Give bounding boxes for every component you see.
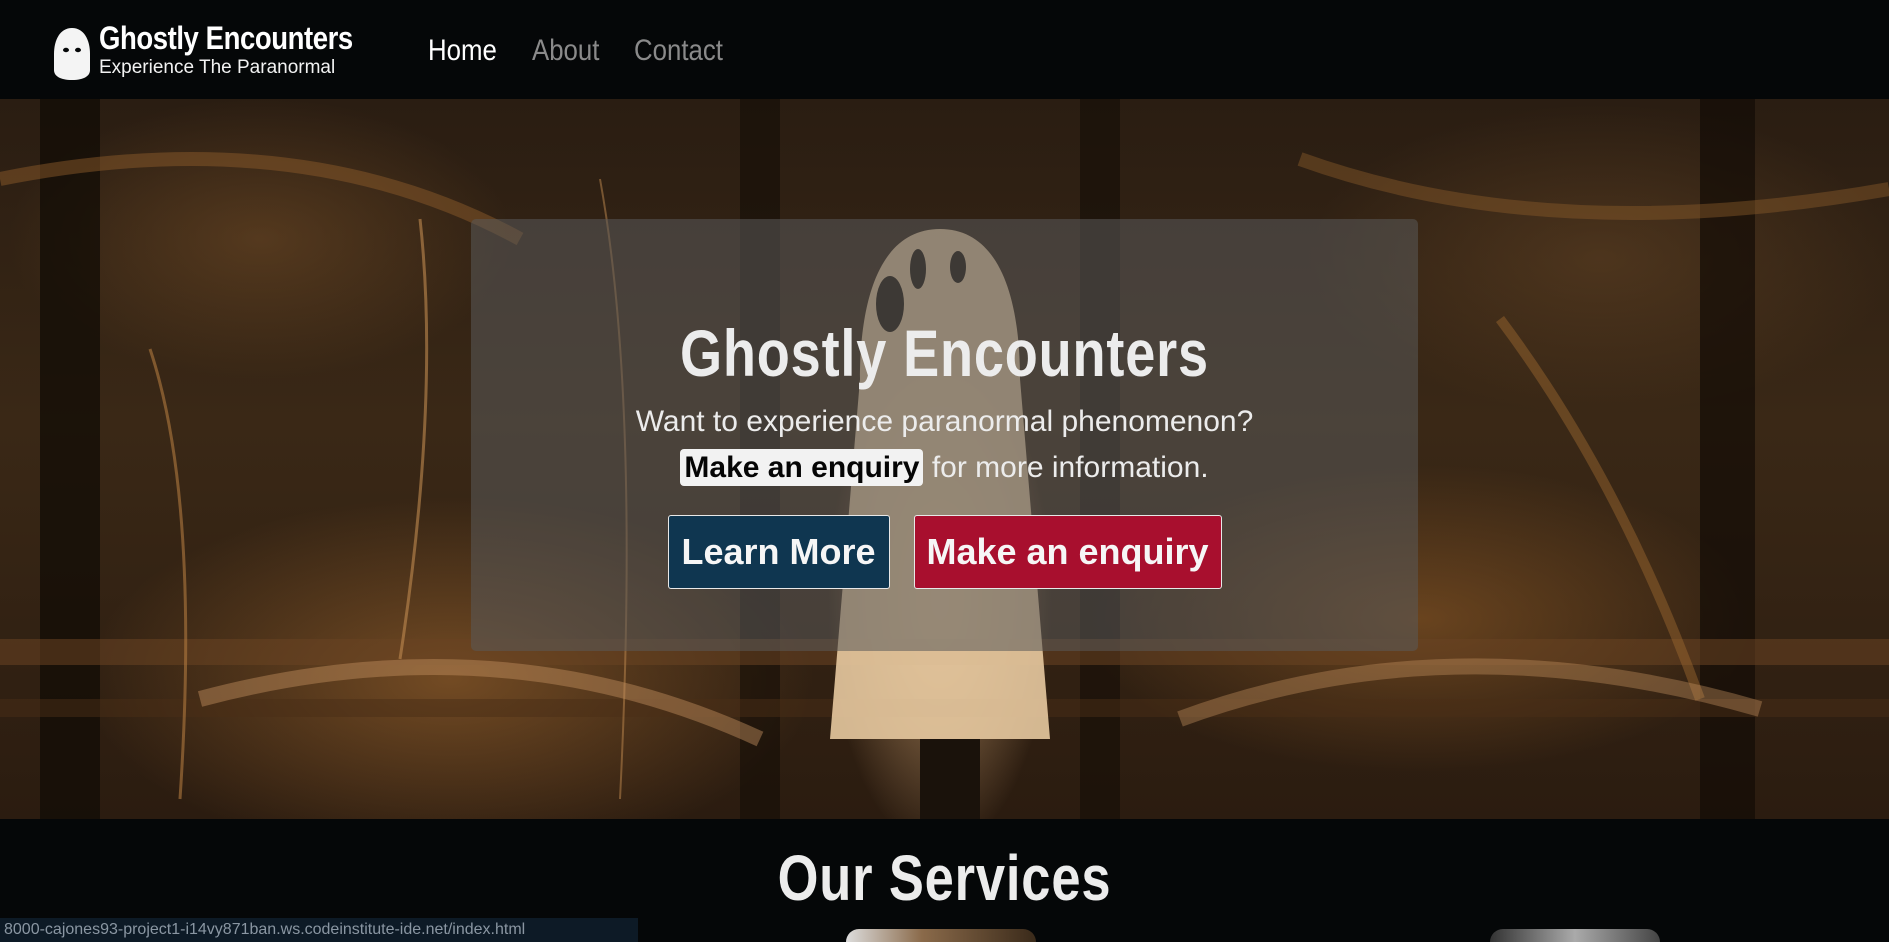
brand-tagline: Experience The Paranormal [99,56,336,78]
make-enquiry-button[interactable]: Make an enquiry [913,515,1222,589]
status-bar-url: 8000-cajones93-project1-i14vy871ban.ws.c… [0,918,638,942]
nav-link-contact[interactable]: Contact [634,34,723,68]
service-image[interactable] [846,929,1036,942]
nav-links: Home About Contact [428,34,762,68]
nav-link-about[interactable]: About [532,34,599,68]
enquiry-suffix-text: for more information. [923,451,1209,484]
brand-title[interactable]: Ghostly Encounters [99,20,353,56]
hero-button-row: Learn More Make an enquiry [471,515,1418,589]
hero-enquiry-line: Make an enquiry for more information. [471,445,1418,491]
brand[interactable]: Ghostly Encounters Experience The Parano… [52,20,394,80]
hero-title: Ghostly Encounters [679,316,1209,390]
ghost-icon [54,27,90,80]
hero-section: Ghostly Encounters Want to experience pa… [0,99,1889,819]
hero-card: Ghostly Encounters Want to experience pa… [471,219,1418,651]
services-heading: Our Services [777,842,1112,914]
navbar: Ghostly Encounters Experience The Parano… [0,0,1889,99]
learn-more-button[interactable]: Learn More [667,515,890,589]
brand-text: Ghostly Encounters Experience The Parano… [99,20,394,80]
hero-question: Want to experience paranormal phenomenon… [635,405,1254,438]
service-image[interactable] [1490,929,1660,942]
nav-link-home[interactable]: Home [428,34,497,68]
enquiry-inline-link[interactable]: Make an enquiry [680,449,924,486]
